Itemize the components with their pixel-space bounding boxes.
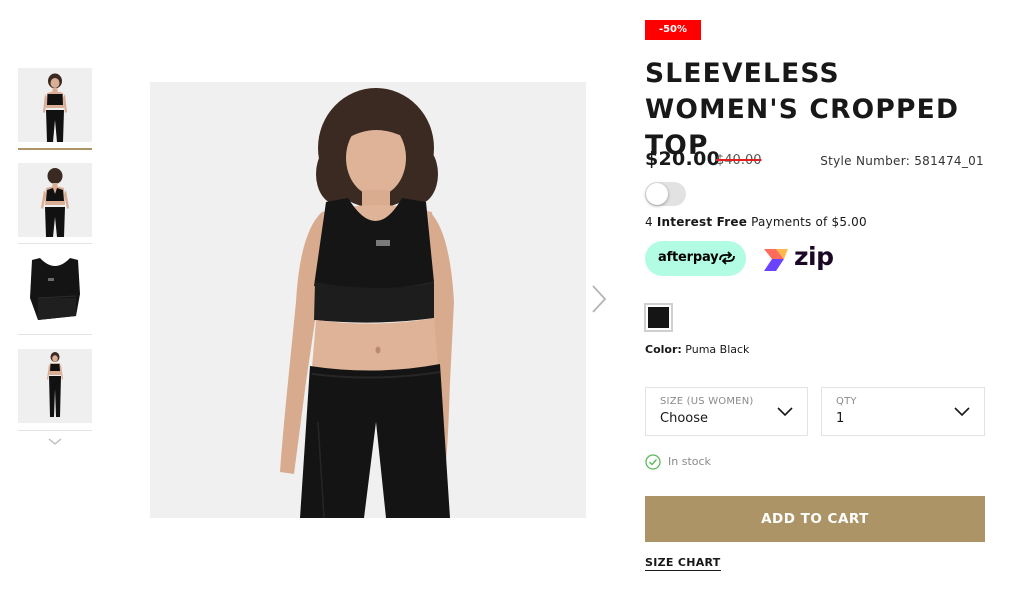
chevron-down-icon[interactable] xyxy=(48,436,62,446)
thumbnail-product-image xyxy=(18,254,92,328)
add-to-cart-button[interactable]: ADD TO CART xyxy=(645,496,985,542)
afterpay-arrows-icon xyxy=(719,251,735,265)
thumbnail-back-image xyxy=(18,163,92,237)
payment-toggle[interactable] xyxy=(645,182,686,206)
model-photo xyxy=(150,82,586,518)
color-label: Color: xyxy=(645,343,682,356)
toggle-knob xyxy=(646,183,668,205)
thumbnail-back[interactable] xyxy=(18,163,92,237)
afterpay-label: afterpay xyxy=(658,250,719,265)
size-select-value: Choose xyxy=(660,411,708,426)
installments-bold: Interest Free xyxy=(656,215,748,229)
stock-status-text: In stock xyxy=(668,455,711,468)
installments-rest: Payments of $5.00 xyxy=(751,215,867,229)
thumbnail-front[interactable] xyxy=(18,68,92,142)
qty-select[interactable]: QTY 1 xyxy=(821,387,985,436)
thumbnail-divider xyxy=(18,334,92,335)
style-number: Style Number: 581474_01 xyxy=(820,154,984,168)
qty-select-label: QTY xyxy=(836,396,857,407)
color-swatch-puma-black[interactable] xyxy=(644,303,673,332)
original-price: $40.00 xyxy=(716,153,762,168)
size-chart-link[interactable]: SIZE CHART xyxy=(645,556,721,571)
main-product-image xyxy=(150,82,586,518)
size-select-label: SIZE (US WOMEN) xyxy=(660,396,754,407)
thumbnail-full-body[interactable] xyxy=(18,349,92,423)
color-value: Puma Black xyxy=(685,343,750,356)
chevron-down-icon xyxy=(954,407,970,417)
discount-badge: -50% xyxy=(645,20,701,40)
sale-price: $20.00 xyxy=(645,148,721,170)
qty-select-value: 1 xyxy=(836,411,845,426)
chevron-right-icon[interactable] xyxy=(589,284,609,314)
zip-label: zip xyxy=(794,242,834,271)
thumbnail-full-body-image xyxy=(18,349,92,423)
thumbnail-divider xyxy=(18,243,92,244)
zip-logo-icon xyxy=(764,249,788,271)
check-circle-icon xyxy=(645,454,661,470)
color-info: Color: Puma Black xyxy=(645,343,749,356)
thumbnail-active-indicator xyxy=(18,148,92,150)
thumbnail-front-image xyxy=(18,68,92,142)
size-select[interactable]: SIZE (US WOMEN) Choose xyxy=(645,387,808,436)
thumbnail-divider xyxy=(18,430,92,431)
installments-count: 4 xyxy=(645,215,653,229)
afterpay-button[interactable]: afterpay xyxy=(645,241,746,276)
zip-button[interactable]: zip xyxy=(762,242,834,274)
chevron-down-icon xyxy=(777,407,793,417)
installments-text: 4 Interest Free Payments of $5.00 xyxy=(645,215,867,229)
color-swatch-fill xyxy=(648,307,669,328)
thumbnail-product[interactable] xyxy=(18,254,92,328)
